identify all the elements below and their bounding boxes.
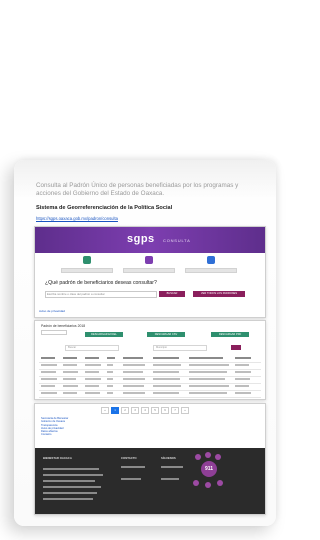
page-3-button[interactable]: 3 [131,407,139,414]
related-links: Secretaría de Bienestar Gobierno de Oaxa… [41,417,68,437]
footer-text-line [43,468,99,470]
step-field-1 [61,268,113,273]
footer-text-line [161,466,183,468]
results-screenshot: Padrón de beneficiarios 2018 DESCARGAR E… [34,320,266,400]
social-icon[interactable] [193,480,199,486]
step-field-2 [123,268,175,273]
footer-text-line [161,478,179,480]
footer-text-line [121,466,145,468]
pagination: « 1 2 3 4 5 6 7 » [101,407,189,414]
step-field-3 [185,268,237,273]
step-icon-2 [145,256,153,264]
social-icon[interactable] [215,454,221,460]
table-row [39,384,261,391]
sgps-logo: sgps [127,233,155,245]
social-icon[interactable] [205,452,211,458]
table-row [39,370,261,377]
page-2-button[interactable]: 2 [121,407,129,414]
results-filter-municipio[interactable]: Municipio [153,345,207,351]
consulta-screenshot: sgps CONSULTA ¿Qué padrón de beneficiari… [34,226,266,318]
blank-area [0,0,295,150]
table-row [39,377,261,384]
sgps-consulta-link[interactable]: https://sgps.oaxaca.gob.mx/padron/consul… [36,216,118,221]
footer-text-line [43,474,103,476]
footer-col-1-title: BIENESTAR OAXACA [43,456,72,460]
table-row [39,363,261,370]
footer-text-line [121,478,141,480]
download-excel-button[interactable]: DESCARGAR EXCEL [85,332,123,337]
sgps-logo-subtitle: CONSULTA [163,238,191,243]
footer-text-line [43,498,93,500]
results-table [39,356,261,398]
download-csv-button[interactable]: DESCARGAR CSV [147,332,185,337]
page-6-button[interactable]: 6 [161,407,169,414]
slide-subtitle: Sistema de Georreferenciación de la Polí… [36,205,173,211]
emergency-911-badge: 911 [201,461,217,477]
site-footer: BIENESTAR OAXACA CONTACTO SÍGUENOS 911 [35,448,265,514]
results-selector[interactable] [41,330,67,335]
intro-text: Consulta al Padrón Único de personas ben… [36,182,239,198]
download-pdf-button[interactable]: DESCARGAR PDF [211,332,249,337]
page-5-button[interactable]: 5 [151,407,159,414]
social-icon[interactable] [205,482,211,488]
footer-col-2-title: CONTACTO [121,456,137,460]
social-icon[interactable] [217,480,223,486]
step-icon-3 [207,256,215,264]
page-next-button[interactable]: » [181,407,189,414]
table-row [39,391,261,398]
presentation-slide: Consulta al Padrón Único de personas ben… [14,160,276,526]
page-4-button[interactable]: 4 [141,407,149,414]
all-padrones-button[interactable]: VER TODOS LOS PADRONES [193,291,245,297]
footer-text-line [43,480,95,482]
page-1-button[interactable]: 1 [111,407,119,414]
social-icon[interactable] [195,454,201,460]
filter-apply-button[interactable] [231,345,241,350]
footer-screenshot: « 1 2 3 4 5 6 7 » Secretaría de Bienesta… [34,403,266,515]
related-link[interactable]: Contacto [41,433,68,436]
results-heading: Padrón de beneficiarios 2018 [41,324,86,328]
page-prev-button[interactable]: « [101,407,109,414]
footer-text-line [43,492,97,494]
privacy-link[interactable]: Aviso de privacidad [39,309,65,313]
page-7-button[interactable]: 7 [171,407,179,414]
footer-text-line [43,486,101,488]
footer-col-3-title: SÍGUENOS [161,456,176,460]
table-header-row [39,356,261,363]
step-icon-1 [83,256,91,264]
consulta-question: ¿Qué padrón de beneficiarios deseas cons… [45,280,157,286]
search-button[interactable]: BUSCAR [159,291,185,297]
results-filter-search[interactable]: Buscar [65,345,119,351]
padron-search-placeholder: Escriba nombre o clave del padrón a cons… [47,292,105,296]
